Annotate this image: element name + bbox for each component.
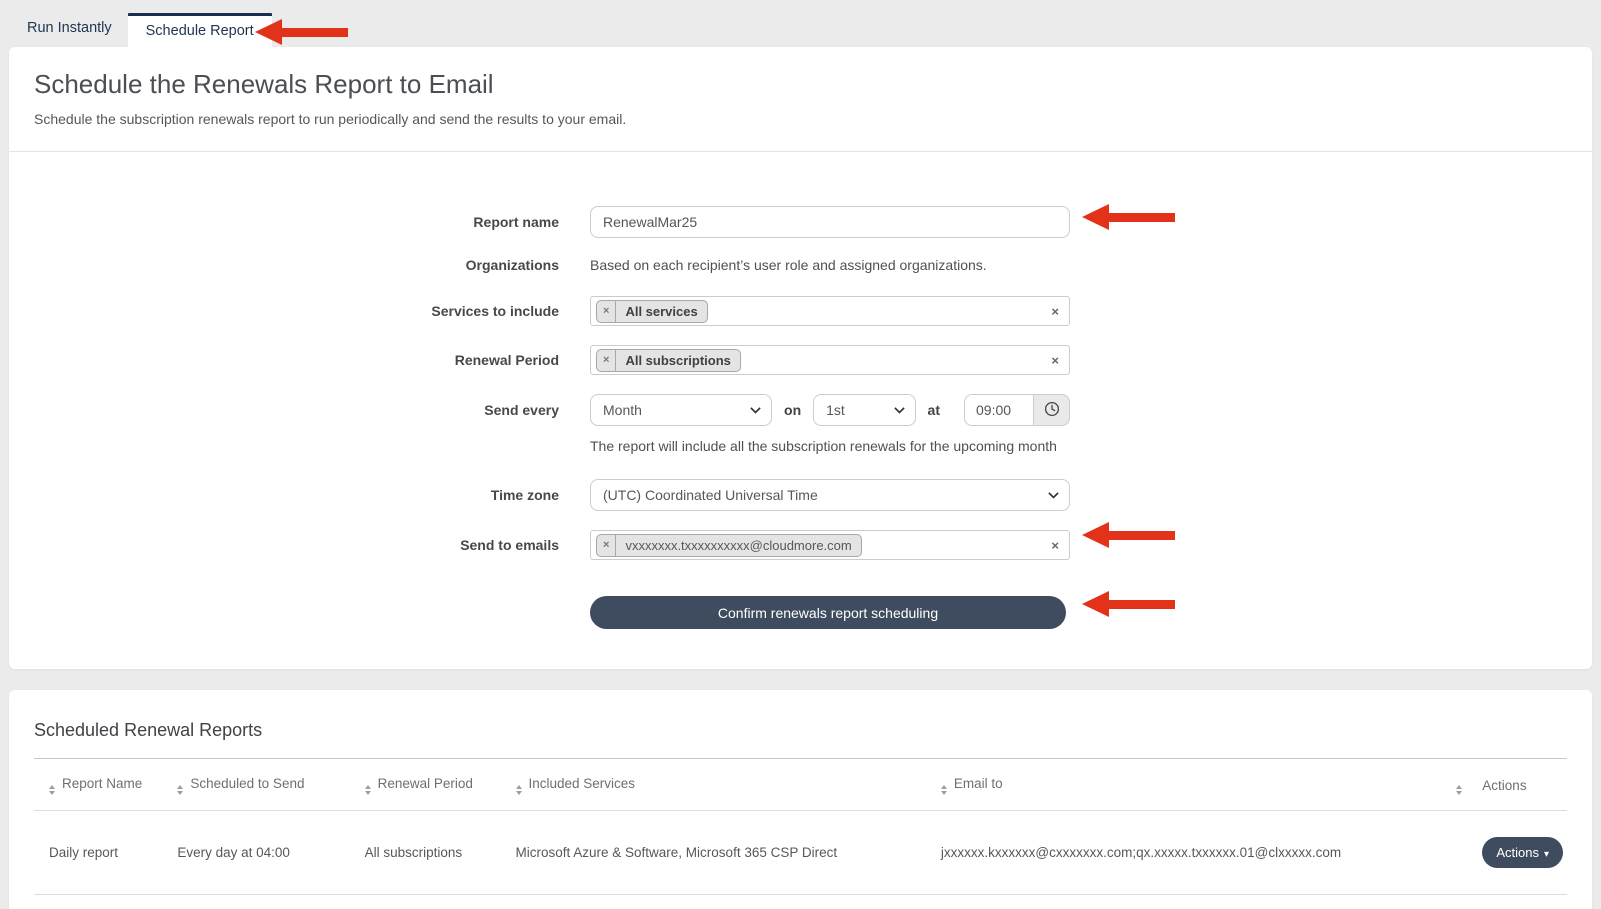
- send-every-helper: The report will include all the subscrip…: [590, 438, 1057, 454]
- confirm-row: Confirm renewals report scheduling: [9, 596, 1592, 629]
- renewal-period-multiselect[interactable]: × All subscriptions ×: [590, 345, 1070, 375]
- sort-icon: [1456, 785, 1462, 795]
- remove-tag-icon[interactable]: ×: [597, 535, 616, 556]
- sort-icon: [49, 785, 55, 795]
- chevron-down-icon: [1048, 492, 1059, 500]
- col-email-to[interactable]: Email to: [941, 759, 1457, 811]
- time-zone-select[interactable]: (UTC) Coordinated Universal Time: [590, 479, 1070, 511]
- remove-tag-icon[interactable]: ×: [597, 350, 616, 371]
- renewal-period-label: Renewal Period: [9, 352, 559, 368]
- day-select[interactable]: 1st: [813, 394, 915, 426]
- email-tag-label: vxxxxxxx.txxxxxxxxxx@cloudmore.com: [616, 538, 860, 553]
- send-to-emails-row: Send to emails × vxxxxxxx.txxxxxxxxxx@cl…: [9, 530, 1592, 560]
- tab-schedule-report[interactable]: Schedule Report: [128, 13, 272, 47]
- table-header-row: Report Name Scheduled to Send Renewal Pe…: [34, 759, 1567, 811]
- col-report-name[interactable]: Report Name: [34, 759, 177, 811]
- chevron-down-icon: [894, 407, 905, 415]
- time-zone-label: Time zone: [9, 487, 559, 503]
- time-picker-button[interactable]: [1033, 394, 1070, 426]
- cell-scheduled-to-send: Every day at 04:00: [177, 811, 364, 895]
- services-clear-icon[interactable]: ×: [1051, 304, 1059, 319]
- renewal-period-clear-icon[interactable]: ×: [1051, 353, 1059, 368]
- cell-email-to: jxxxxxx.kxxxxxx@cxxxxxxx.com;qx.xxxxx.tx…: [941, 811, 1457, 895]
- frequency-value: Month: [603, 402, 642, 418]
- page-title: Schedule the Renewals Report to Email: [34, 69, 1567, 100]
- page: Run Instantly Schedule Report Schedule t…: [0, 0, 1601, 909]
- cell-renewal-period: All subscriptions: [365, 811, 516, 895]
- sort-icon: [365, 785, 371, 795]
- cell-report-name: Daily report: [34, 811, 177, 895]
- scheduled-reports-card: Scheduled Renewal Reports Report Name Sc…: [9, 690, 1592, 909]
- table-title: Scheduled Renewal Reports: [34, 690, 1567, 758]
- sort-icon: [177, 785, 183, 795]
- renewal-period-tag-label: All subscriptions: [616, 353, 739, 368]
- col-scheduled-to-send[interactable]: Scheduled to Send: [177, 759, 364, 811]
- time-input[interactable]: [964, 394, 1033, 426]
- table-row: Daily report Every day at 04:00 All subs…: [34, 811, 1567, 895]
- renewal-period-row: Renewal Period × All subscriptions ×: [9, 345, 1592, 375]
- time-group: [964, 394, 1070, 426]
- remove-tag-icon[interactable]: ×: [597, 301, 616, 322]
- send-every-label: Send every: [9, 402, 559, 418]
- services-tag-label: All services: [616, 304, 706, 319]
- chevron-down-icon: [750, 407, 761, 415]
- report-name-label: Report name: [9, 214, 559, 230]
- cell-included-services: Microsoft Azure & Software, Microsoft 36…: [516, 811, 941, 895]
- day-value: 1st: [826, 402, 845, 418]
- row-actions-button[interactable]: Actions▾: [1482, 837, 1563, 868]
- services-multiselect[interactable]: × All services ×: [590, 296, 1070, 326]
- col-sort-extra[interactable]: [1456, 759, 1482, 811]
- emails-clear-icon[interactable]: ×: [1051, 538, 1059, 553]
- organizations-label: Organizations: [9, 257, 559, 273]
- col-renewal-period[interactable]: Renewal Period: [365, 759, 516, 811]
- schedule-form-card: Schedule the Renewals Report to Email Sc…: [9, 47, 1592, 669]
- card-header: Schedule the Renewals Report to Email Sc…: [9, 47, 1592, 152]
- scheduled-reports-table: Report Name Scheduled to Send Renewal Pe…: [34, 758, 1567, 895]
- confirm-scheduling-button[interactable]: Confirm renewals report scheduling: [590, 596, 1066, 629]
- sort-icon: [516, 785, 522, 795]
- send-every-row: Send every Month on 1st: [9, 394, 1592, 426]
- page-subtitle: Schedule the subscription renewals repor…: [34, 111, 1567, 127]
- services-label: Services to include: [9, 303, 559, 319]
- time-zone-row: Time zone (UTC) Coordinated Universal Ti…: [9, 479, 1592, 511]
- report-name-input[interactable]: [590, 206, 1070, 238]
- tab-bar: Run Instantly Schedule Report: [0, 0, 1601, 47]
- report-name-row: Report name: [9, 206, 1592, 238]
- renewal-period-tag: × All subscriptions: [596, 349, 741, 372]
- time-zone-value: (UTC) Coordinated Universal Time: [603, 487, 818, 503]
- col-actions: Actions: [1482, 759, 1567, 811]
- on-label: on: [784, 402, 801, 418]
- organizations-note: Based on each recipient’s user role and …: [590, 257, 987, 273]
- tab-run-instantly[interactable]: Run Instantly: [11, 13, 128, 47]
- clock-icon: [1044, 401, 1060, 420]
- organizations-row: Organizations Based on each recipient’s …: [9, 257, 1592, 273]
- sort-icon: [941, 785, 947, 795]
- services-tag: × All services: [596, 300, 708, 323]
- schedule-form: Report name Organizations Based on each …: [9, 152, 1592, 629]
- send-to-emails-label: Send to emails: [9, 537, 559, 553]
- col-included-services[interactable]: Included Services: [516, 759, 941, 811]
- email-tag: × vxxxxxxx.txxxxxxxxxx@cloudmore.com: [596, 534, 862, 557]
- at-label: at: [928, 402, 940, 418]
- caret-down-icon: ▾: [1544, 849, 1549, 860]
- send-every-helper-row: The report will include all the subscrip…: [9, 438, 1592, 454]
- frequency-select[interactable]: Month: [590, 394, 772, 426]
- services-row: Services to include × All services ×: [9, 296, 1592, 326]
- emails-multiselect[interactable]: × vxxxxxxx.txxxxxxxxxx@cloudmore.com ×: [590, 530, 1070, 560]
